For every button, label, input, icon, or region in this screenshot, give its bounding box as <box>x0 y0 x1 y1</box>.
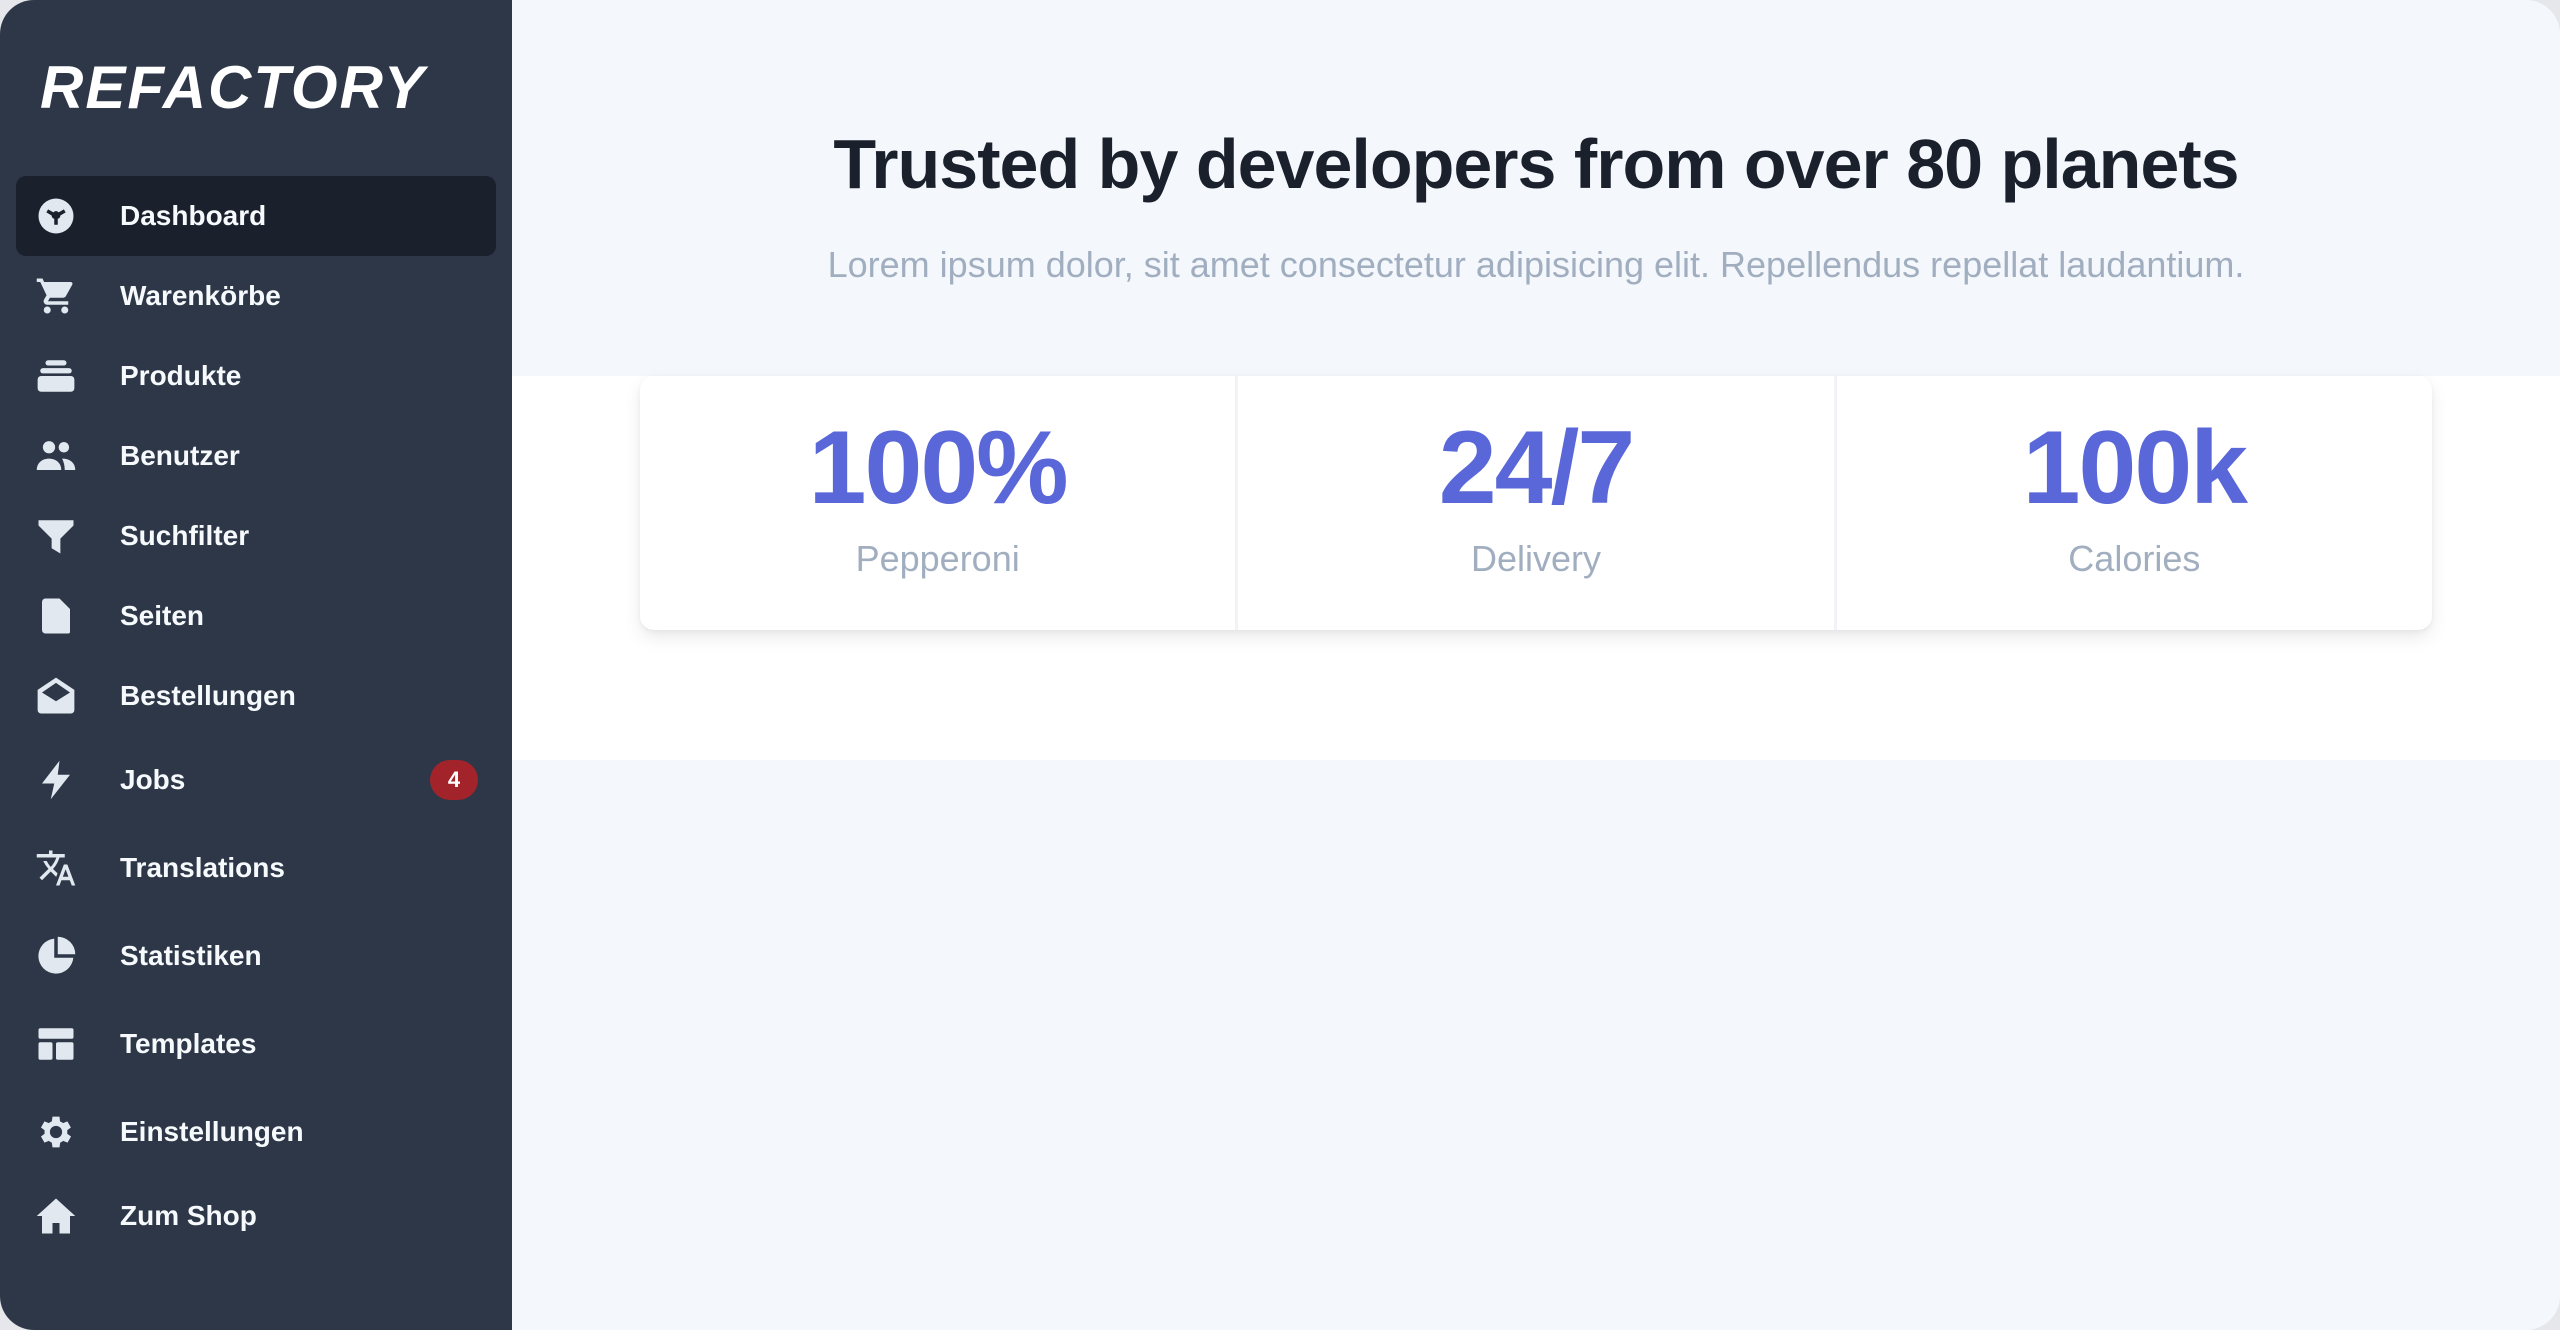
stat-calories: 100k Calories <box>1837 376 2432 630</box>
sidebar-item-zum-shop[interactable]: Zum Shop <box>16 1176 496 1256</box>
stat-label: Delivery <box>1470 538 1601 579</box>
sidebar-item-label: Statistiken <box>120 940 262 971</box>
jobs-count-badge: 4 <box>430 760 478 800</box>
users-icon <box>34 434 78 478</box>
stats-card: 100% Pepperoni 24/7 Delivery 100k Calori… <box>640 376 2432 630</box>
sidebar-item-einstellungen[interactable]: Einstellungen <box>16 1088 496 1176</box>
sidebar-item-label: Translations <box>120 852 285 883</box>
gear-icon <box>34 1110 78 1154</box>
sidebar-item-warenkoerbe[interactable]: Warenkörbe <box>16 256 496 336</box>
sidebar-item-benutzer[interactable]: Benutzer <box>16 416 496 496</box>
sidebar-item-translations[interactable]: Translations <box>16 824 496 912</box>
sidebar-item-label: Suchfilter <box>120 520 250 551</box>
sidebar-item-dashboard[interactable]: Dashboard <box>16 176 496 256</box>
sidebar: REFACTORY Dashboard Warenkörbe Produkte <box>0 0 512 1330</box>
sidebar-item-label: Warenkörbe <box>120 280 281 311</box>
sidebar-item-label: Jobs <box>120 764 186 795</box>
sidebar-nav: Dashboard Warenkörbe Produkte Benutzer S… <box>16 176 496 1256</box>
sidebar-item-label: Dashboard <box>120 200 267 231</box>
app-window: REFACTORY Dashboard Warenkörbe Produkte <box>0 0 2560 1330</box>
page-subline: Lorem ipsum dolor, sit amet consectetur … <box>827 244 2245 285</box>
stat-value: 100% <box>808 410 1069 526</box>
products-stack-icon <box>34 354 78 398</box>
sidebar-item-suchfilter[interactable]: Suchfilter <box>16 496 496 576</box>
svg-text:REFACTORY: REFACTORY <box>40 56 429 116</box>
stat-label: Pepperoni <box>855 538 1020 579</box>
stat-label: Calories <box>2068 538 2201 579</box>
envelope-open-icon <box>34 674 78 718</box>
page-icon <box>34 594 78 638</box>
stat-value: 24/7 <box>1438 410 1635 526</box>
lightning-icon <box>34 758 78 802</box>
sidebar-item-label: Bestellungen <box>120 680 296 711</box>
stat-value: 100k <box>2022 410 2248 526</box>
translate-icon <box>34 846 78 890</box>
sidebar-item-bestellungen[interactable]: Bestellungen <box>16 656 496 736</box>
sidebar-item-jobs[interactable]: Jobs 4 <box>16 736 496 824</box>
sidebar-item-label: Benutzer <box>120 440 240 471</box>
sidebar-item-label: Produkte <box>120 360 242 391</box>
cart-icon <box>34 274 78 318</box>
page-headline: Trusted by developers from over 80 plane… <box>833 125 2239 203</box>
sidebar-item-label: Einstellungen <box>120 1116 304 1147</box>
stat-pepperoni: 100% Pepperoni <box>640 376 1239 630</box>
stat-delivery: 24/7 Delivery <box>1238 376 1837 630</box>
home-icon <box>34 1194 78 1238</box>
sidebar-item-label: Seiten <box>120 600 205 631</box>
sidebar-item-label: Templates <box>120 1028 257 1059</box>
sidebar-item-statistiken[interactable]: Statistiken <box>16 912 496 1000</box>
sidebar-item-produkte[interactable]: Produkte <box>16 336 496 416</box>
pie-chart-icon <box>34 934 78 978</box>
filter-icon <box>34 514 78 558</box>
sidebar-item-seiten[interactable]: Seiten <box>16 576 496 656</box>
main-content: Trusted by developers from over 80 plane… <box>512 0 2560 1330</box>
sidebar-item-label: Zum Shop <box>120 1200 257 1231</box>
refactory-logo[interactable]: REFACTORY <box>40 56 480 116</box>
template-icon <box>34 1022 78 1066</box>
dashboard-icon <box>34 194 78 238</box>
sidebar-item-templates[interactable]: Templates <box>16 1000 496 1088</box>
